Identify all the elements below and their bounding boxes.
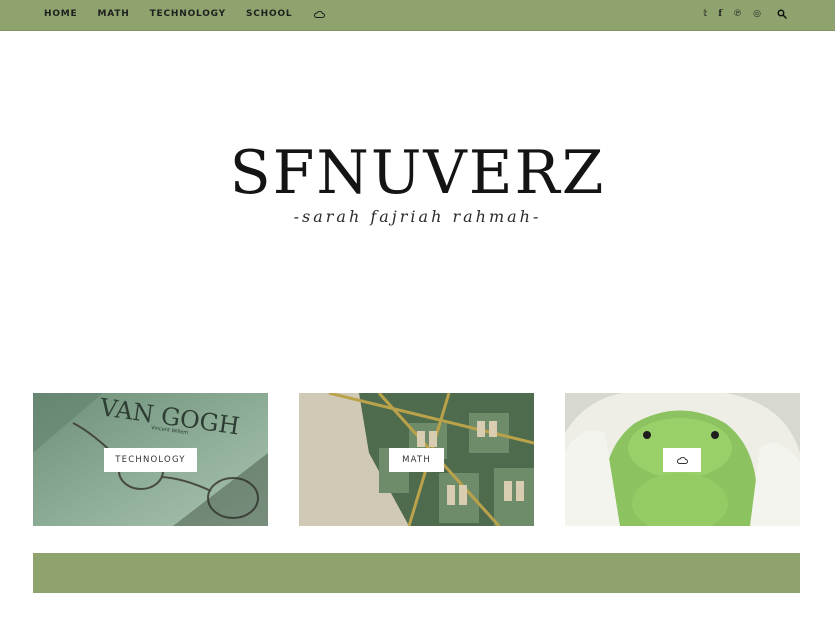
social-links: 𝕥 f ℗ ◎: [692, 0, 787, 28]
nav-item-technology[interactable]: TECHNOLOGY: [150, 9, 226, 19]
promo-technology-label: TECHNOLOGY: [104, 448, 197, 472]
nav-item-cloud[interactable]: [314, 10, 326, 18]
search-button[interactable]: [777, 9, 787, 19]
accent-bar: [33, 553, 800, 593]
site-title: SFNUVERZ: [229, 138, 606, 208]
instagram-icon[interactable]: ◎: [753, 9, 761, 19]
main-menu: HOME MATH TECHNOLOGY SCHOOL: [44, 0, 326, 28]
site-logo[interactable]: SFNUVERZ -sarah fajriah rahmah-: [0, 135, 835, 226]
cloud-icon: [314, 10, 326, 18]
nav-item-school[interactable]: SCHOOL: [246, 9, 292, 19]
search-icon: [777, 9, 787, 19]
facebook-icon[interactable]: f: [718, 9, 722, 19]
promo-math-label: MATH: [389, 448, 444, 472]
pinterest-icon[interactable]: ℗: [733, 9, 742, 19]
promo-cloud[interactable]: [565, 393, 800, 526]
cloud-icon: [676, 456, 688, 464]
promo-technology[interactable]: VAN GOGH Vincent Willem TECHNOLOGY: [33, 393, 268, 526]
twitter-icon[interactable]: 𝕥: [703, 9, 707, 19]
top-navigation-bar: HOME MATH TECHNOLOGY SCHOOL 𝕥 f ℗ ◎: [0, 0, 835, 31]
nav-item-home[interactable]: HOME: [44, 9, 78, 19]
promo-math[interactable]: MATH: [299, 393, 534, 526]
nav-item-math[interactable]: MATH: [98, 9, 130, 19]
site-subtitle: -sarah fajriah rahmah-: [293, 207, 542, 226]
promo-cloud-label: [663, 448, 701, 472]
